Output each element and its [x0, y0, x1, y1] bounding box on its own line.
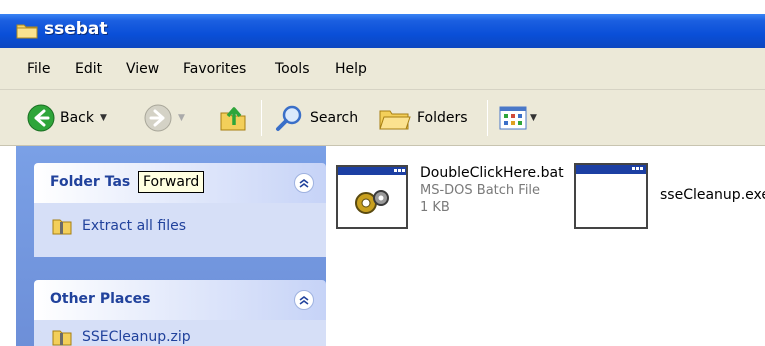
file-item[interactable]: DoubleClickHere.bat MS-DOS Batch File 1 … — [336, 165, 564, 229]
folders-icon — [379, 110, 411, 130]
file-name: DoubleClickHere.bat — [420, 165, 564, 181]
folder-tasks-body: Extract all files — [34, 203, 326, 257]
file-meta: sseCleanup.exe — [660, 163, 765, 229]
zip-folder-icon — [52, 219, 72, 235]
toolbar-separator — [487, 100, 488, 136]
file-item[interactable]: sseCleanup.exe — [574, 163, 765, 229]
back-label: Back — [60, 110, 94, 126]
search-label: Search — [310, 110, 359, 126]
back-dropdown-icon[interactable]: ▼ — [100, 113, 107, 123]
up-folder-button[interactable] — [218, 90, 248, 146]
toolbar-separator — [261, 100, 262, 136]
folder-tasks-title: Folder Tas — [50, 174, 131, 190]
up-folder-icon — [220, 107, 246, 131]
back-arrow-icon — [27, 104, 55, 132]
views-icon — [499, 106, 527, 130]
other-places-title: Other Places — [50, 291, 151, 307]
forward-arrow-icon — [144, 104, 172, 132]
menu-view[interactable]: View — [126, 61, 159, 77]
views-button[interactable]: ▼ — [499, 90, 537, 146]
extract-all-files-link[interactable]: Extract all files — [52, 217, 186, 235]
forward-dropdown-icon[interactable]: ▼ — [178, 113, 185, 123]
menu-bar: File Edit View Favorites Tools Help — [0, 48, 765, 90]
zip-folder-icon — [52, 330, 72, 346]
file-meta: DoubleClickHere.bat MS-DOS Batch File 1 … — [420, 165, 564, 229]
exe-file-icon — [574, 163, 648, 229]
views-dropdown-icon[interactable]: ▼ — [530, 113, 537, 123]
other-places-header[interactable]: Other Places — [34, 280, 326, 320]
file-type: MS-DOS Batch File — [420, 183, 541, 198]
title-bar: ssebat — [0, 0, 765, 48]
batch-file-icon — [336, 165, 408, 229]
toolbar: Back ▼ ▼ Search Folders ▼ — [0, 90, 765, 146]
search-button[interactable]: Search — [275, 90, 358, 146]
collapse-chevron-icon[interactable] — [294, 173, 314, 193]
back-button[interactable]: Back ▼ — [27, 90, 107, 146]
search-icon — [276, 105, 302, 131]
folder-icon — [16, 24, 38, 39]
menu-help[interactable]: Help — [335, 61, 367, 77]
menu-file[interactable]: File — [27, 61, 50, 77]
forward-tooltip: Forward — [138, 171, 205, 193]
menu-edit[interactable]: Edit — [75, 61, 102, 77]
file-size: 1 KB — [420, 200, 450, 215]
other-places-body: SSECleanup.zip — [34, 320, 326, 346]
menu-tools[interactable]: Tools — [275, 61, 310, 77]
menu-favorites[interactable]: Favorites — [183, 61, 246, 77]
sse-cleanup-zip-link[interactable]: SSECleanup.zip — [52, 328, 191, 346]
folders-label: Folders — [417, 110, 468, 126]
file-name: sseCleanup.exe — [660, 187, 765, 203]
window-title: ssebat — [44, 19, 108, 39]
forward-button[interactable]: ▼ — [144, 90, 185, 146]
collapse-chevron-icon[interactable] — [294, 290, 314, 310]
folders-button[interactable]: Folders — [378, 90, 468, 146]
